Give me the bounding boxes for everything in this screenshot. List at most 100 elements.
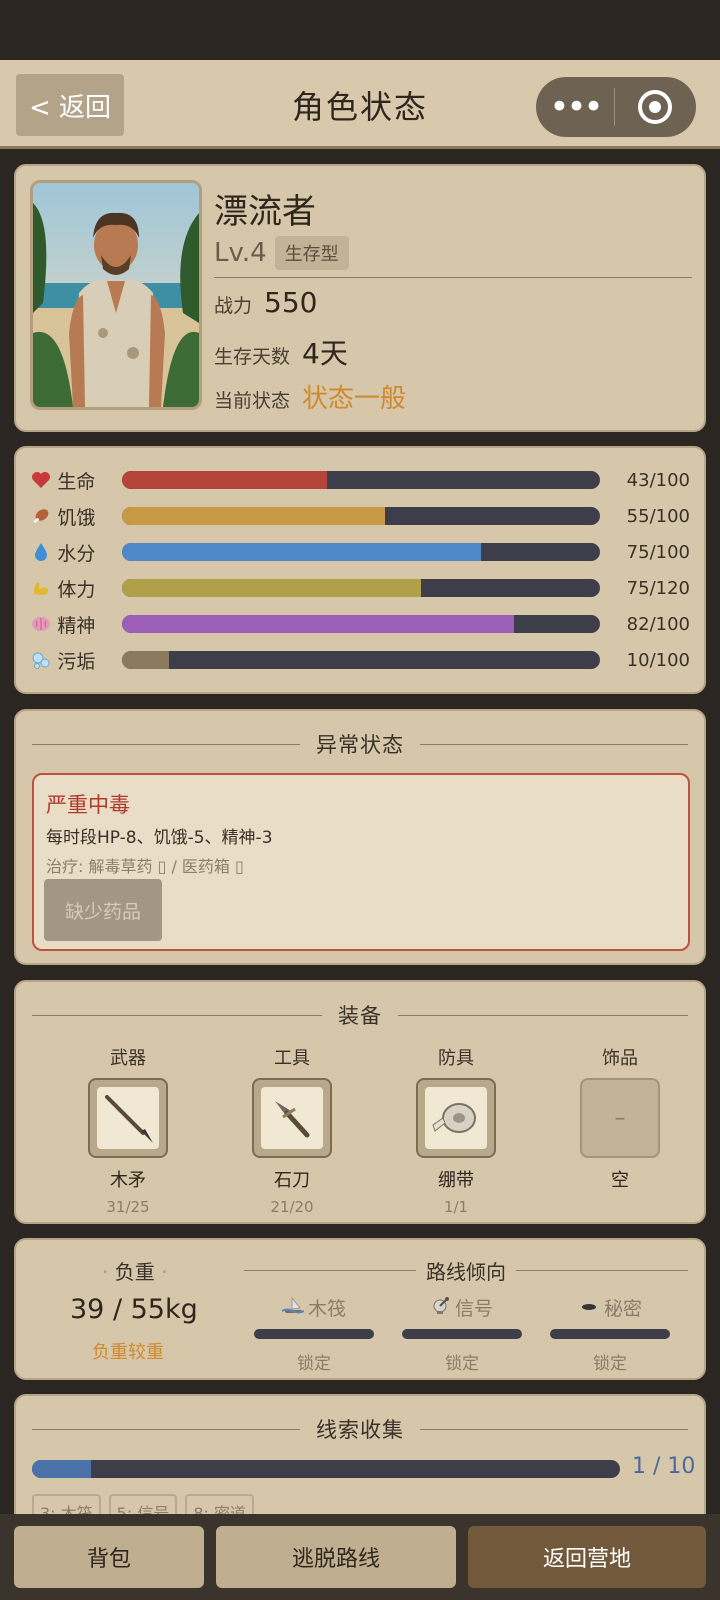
route-progress-bar xyxy=(254,1329,374,1339)
return-camp-button[interactable]: 返回营地 xyxy=(468,1526,706,1588)
bag-button[interactable]: 背包 xyxy=(14,1526,204,1588)
character-level: Lv.4 生存型 xyxy=(214,236,349,270)
route-state: 锁定 xyxy=(297,1354,331,1374)
clue-progress-text: 1 / 10 xyxy=(632,1454,696,1479)
status-bar-area xyxy=(0,0,720,60)
stat-label: 生命 xyxy=(57,470,96,493)
route-raft[interactable]: 木筏 锁定 xyxy=(254,1294,374,1374)
brain-icon xyxy=(30,613,51,635)
stat-bar xyxy=(121,615,601,633)
route-secret[interactable]: 秘密 锁定 xyxy=(550,1294,670,1374)
slot-title: 防具 xyxy=(438,1048,474,1069)
heading-line xyxy=(32,743,300,745)
clue-progress-fill xyxy=(32,1460,91,1478)
stat-value: 10/100 xyxy=(626,649,690,671)
section-heading: 异常状态 xyxy=(32,729,688,759)
stat-value: 75/120 xyxy=(626,577,690,599)
close-miniprogram-button[interactable] xyxy=(615,90,695,124)
route-signal[interactable]: 信号 锁定 xyxy=(402,1294,522,1374)
heading-line xyxy=(32,1014,322,1016)
stat-label: 精神 xyxy=(57,614,96,637)
route-name: 木筏 xyxy=(254,1294,374,1321)
section-heading: 线索收集 xyxy=(32,1414,688,1444)
slot-title: 武器 xyxy=(110,1048,146,1069)
stat-value: 55/100 xyxy=(626,505,690,527)
power-value: 550 xyxy=(264,286,318,319)
route-heading: 路线倾向 xyxy=(244,1256,688,1285)
stat-bar-fill xyxy=(121,615,515,633)
slot-item-button[interactable] xyxy=(88,1078,168,1158)
divider xyxy=(214,277,692,278)
satellite-icon xyxy=(431,1295,451,1320)
slot-item-name: 绷带 xyxy=(438,1170,474,1191)
escape-route-button[interactable]: 逃脱路线 xyxy=(216,1526,456,1588)
slot-item-name: 空 xyxy=(611,1170,629,1191)
days-row: 生存天数 4天 xyxy=(214,332,348,372)
load-title-text: 负重 xyxy=(114,1260,155,1284)
effect-description: 每时段HP-8、饥饿-5、精神-3 xyxy=(46,828,273,848)
equip-slot-armor: 防具 绷带 1/1 xyxy=(406,1044,506,1216)
route-progress-bar xyxy=(550,1329,670,1339)
slot-item-button[interactable] xyxy=(252,1078,332,1158)
effect-cure: 治疗: 解毒草药 ▯ / 医药箱 ▯ xyxy=(46,857,244,876)
status-row: 当前状态 状态一般 xyxy=(214,378,406,415)
stat-bar xyxy=(121,507,601,525)
stat-value: 75/100 xyxy=(626,541,690,563)
effect-name: 严重中毒 xyxy=(46,793,130,817)
bubbles-icon xyxy=(30,649,51,671)
days-value: 4天 xyxy=(302,337,348,370)
heading-line xyxy=(420,743,688,745)
stat-value: 43/100 xyxy=(626,469,690,491)
stat-bar-fill xyxy=(121,471,328,489)
heading-line xyxy=(516,1270,688,1271)
empty-slot-button[interactable]: – xyxy=(580,1078,660,1158)
muscle-icon xyxy=(30,577,51,599)
heart-icon xyxy=(30,469,51,491)
stat-bar xyxy=(121,471,601,489)
route-label: 木筏 xyxy=(307,1298,346,1320)
stat-bar xyxy=(121,579,601,597)
more-icon[interactable]: ••• xyxy=(536,77,614,137)
stat-label: 水分 xyxy=(57,542,96,565)
nav-bar: < 返回 角色状态 ••• xyxy=(0,60,720,149)
section-heading: 装备 xyxy=(32,1000,688,1030)
raft-icon xyxy=(281,1296,305,1319)
slot-title: 工具 xyxy=(274,1048,310,1069)
section-title: 装备 xyxy=(338,1004,382,1028)
load-note: 负重较重 xyxy=(92,1342,164,1363)
bottom-action-bar: 背包 逃脱路线 返回营地 xyxy=(0,1514,720,1600)
abnormal-status-card: 异常状态 严重中毒 每时段HP-8、饥饿-5、精神-3 治疗: 解毒草药 ▯ /… xyxy=(14,709,706,965)
equip-slot-weapon: 武器 木矛 31/25 xyxy=(78,1044,178,1216)
slot-durability: 21/20 xyxy=(270,1198,314,1216)
stat-bar-fill xyxy=(121,543,481,561)
load-title: · 负重 · xyxy=(102,1260,168,1284)
route-state: 锁定 xyxy=(593,1354,627,1374)
slot-item-button[interactable] xyxy=(416,1078,496,1158)
section-title: 异常状态 xyxy=(316,733,404,757)
clue-progress-bar xyxy=(32,1460,620,1478)
stat-row-hunger: 饥饿 55/100 xyxy=(30,498,690,534)
stat-label: 体力 xyxy=(57,578,96,601)
stat-row-stamina: 体力 75/120 xyxy=(30,570,690,606)
water-drop-icon xyxy=(30,541,51,563)
type-tag: 生存型 xyxy=(274,236,349,270)
level-text: Lv.4 xyxy=(214,238,267,268)
route-name: 秘密 xyxy=(550,1294,670,1321)
heading-line xyxy=(420,1428,688,1430)
equip-slot-tool: 工具 石刀 21/20 xyxy=(242,1044,342,1216)
stat-value: 82/100 xyxy=(626,613,690,635)
stat-label: 污垢 xyxy=(57,650,96,673)
stat-row-water: 水分 75/100 xyxy=(30,534,690,570)
section-title: 线索收集 xyxy=(316,1418,404,1442)
route-progress-bar xyxy=(402,1329,522,1339)
stat-bar xyxy=(121,651,601,669)
mini-program-capsule: ••• xyxy=(536,77,696,137)
bandage-icon xyxy=(425,1087,487,1149)
slot-item-name: 石刀 xyxy=(274,1170,310,1191)
route-label: 信号 xyxy=(454,1298,493,1320)
profile-card: 漂流者 Lv.4 生存型 战力 550 生存天数 4天 当前状态 状态一般 xyxy=(14,164,706,432)
missing-medicine-button[interactable]: 缺少药品 xyxy=(44,879,162,941)
route-label: 秘密 xyxy=(603,1298,642,1320)
load-value: 39 / 55kg xyxy=(70,1294,198,1325)
slot-title: 饰品 xyxy=(602,1048,638,1069)
